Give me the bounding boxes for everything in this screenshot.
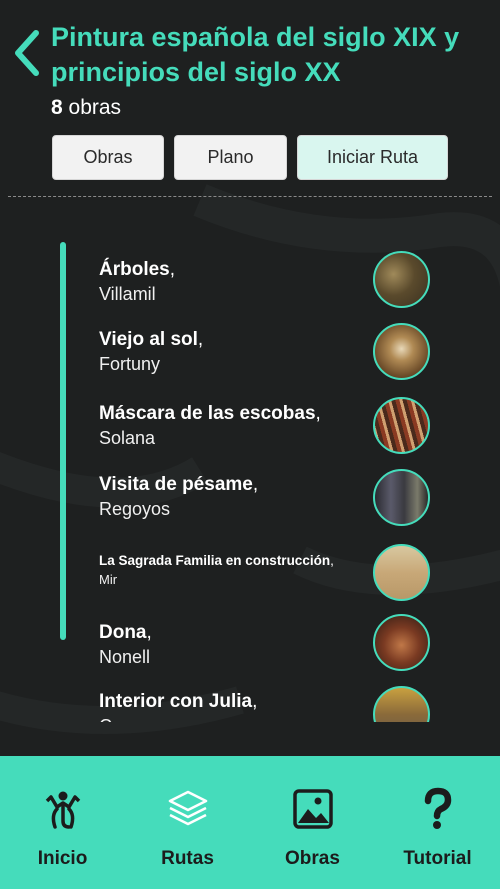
nav-label: Obras [285,848,340,869]
tab-obras[interactable]: Obras [52,135,164,180]
work-title: Máscara de las escobas, [99,403,321,424]
tab-bar: Obras Plano Iniciar Ruta [52,135,448,180]
artwork-count-number: 8 [51,96,63,119]
work-title: Árboles, [99,259,176,280]
artist-name: Regoyos [99,499,171,519]
layers-icon [165,786,211,832]
list-item[interactable]: Interior con Julia, C [0,686,500,722]
page-title: Pintura española del siglo XIX y princip… [51,22,460,87]
artist-name: Solana [99,428,156,448]
image-icon [290,786,336,832]
tab-plano[interactable]: Plano [174,135,287,180]
artwork-thumbnail [373,544,430,601]
nav-inicio[interactable]: Inicio [0,756,125,889]
artwork-thumbnail [373,397,430,454]
nav-label: Inicio [37,848,88,869]
artwork-count-label: obras [68,96,122,119]
artwork-thumbnail [373,614,430,671]
artwork-count: 8 obras [51,95,121,121]
artwork-thumbnail [373,469,430,526]
nav-obras[interactable]: Obras [250,756,375,889]
list-item[interactable]: Viejo al sol, Fortuny [0,323,500,396]
work-title: Dona, [99,622,152,643]
artwork-thumbnail [373,323,430,380]
artist-name: Villamil [99,284,156,304]
artist-name: Mir [99,572,118,587]
artwork-thumbnail [373,251,430,308]
bottom-nav: Inicio Rutas Obras Tutorial [0,756,500,889]
list-item[interactable]: Árboles, Villamil [0,251,500,326]
list-item[interactable]: Dona, Nonell [0,614,500,693]
work-title: Visita de pésame, [99,474,259,495]
nav-rutas[interactable]: Rutas [125,756,250,889]
work-title: Viejo al sol, [99,329,204,350]
artist-name: Fortuny [99,354,161,374]
back-button[interactable] [10,28,44,78]
artist-name: Nonell [99,647,151,667]
nav-label: Rutas [161,848,214,869]
museum-logo-icon [40,786,86,832]
artist-name: C [99,714,369,722]
question-icon [415,786,461,832]
work-title: Interior con Julia, [99,691,258,712]
tab-iniciar-ruta[interactable]: Iniciar Ruta [297,135,448,180]
artwork-list[interactable]: Árboles, Villamil Viejo al sol, Fortuny … [0,240,500,722]
chevron-left-icon [15,30,39,76]
list-item[interactable]: La Sagrada Familia en construcción, Mir [0,544,500,618]
work-title: La Sagrada Familia en construcción, [99,553,334,568]
nav-label: Tutorial [403,848,472,869]
nav-tutorial[interactable]: Tutorial [375,756,500,889]
page-header: Pintura española del siglo XIX y princip… [0,0,500,200]
list-item[interactable]: Máscara de las escobas, Solana [0,397,500,470]
list-item[interactable]: Visita de pésame, Regoyos [0,469,500,543]
header-divider [8,196,492,197]
